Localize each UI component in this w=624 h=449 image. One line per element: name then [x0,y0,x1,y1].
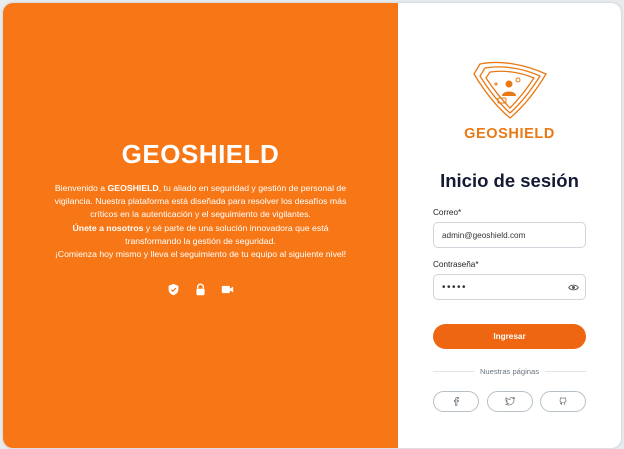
video-camera-icon [221,283,234,296]
welcome-panel: GEOSHIELD Bienvenido a GEOSHIELD, tu ali… [3,3,398,448]
start-today-text: ¡Comienza hoy mismo y lleva el seguimien… [54,249,347,260]
social-links [433,391,586,412]
email-label: Correo* [433,208,462,217]
password-field-wrapper [433,274,586,300]
pages-label: Nuestras páginas [479,367,540,376]
logo-text: GEOSHIELD [464,126,555,142]
welcome-intro: Bienvenido a [54,183,108,193]
password-label: Contraseña* [433,260,479,269]
email-field-wrapper [433,222,586,248]
join-us-bold: Únete a nosotros [72,222,144,233]
facebook-icon [451,393,461,411]
divider-line-right [545,371,587,372]
login-form: Correo* Contraseña* Ingresar [433,208,586,349]
github-icon [558,393,568,411]
twitter-button[interactable] [486,391,533,412]
feature-icons [167,283,234,296]
login-button[interactable]: Ingresar [433,324,586,349]
login-title: Inicio de sesión [440,170,579,191]
email-field[interactable] [442,230,577,240]
login-panel: GEOSHIELD Inicio de sesión Correo* Contr… [398,3,621,448]
login-card: GEOSHIELD Bienvenido a GEOSHIELD, tu ali… [3,3,621,448]
welcome-brand: GEOSHIELD [107,183,159,193]
divider-line-left [433,371,474,372]
eye-icon[interactable] [568,283,579,292]
facebook-button[interactable] [433,391,479,412]
lock-icon [194,283,207,296]
welcome-text: Bienvenido a GEOSHIELD, tu aliado en seg… [51,182,351,261]
password-field[interactable] [442,281,577,293]
brand-title: GEOSHIELD [121,139,280,169]
geoshield-logo-icon [466,58,554,120]
github-button[interactable] [540,391,586,412]
shield-check-icon [167,283,180,296]
join-us-text: y sé parte de una solución innovadora qu… [125,222,329,246]
twitter-icon [504,393,515,411]
pages-divider: Nuestras páginas [433,367,587,376]
